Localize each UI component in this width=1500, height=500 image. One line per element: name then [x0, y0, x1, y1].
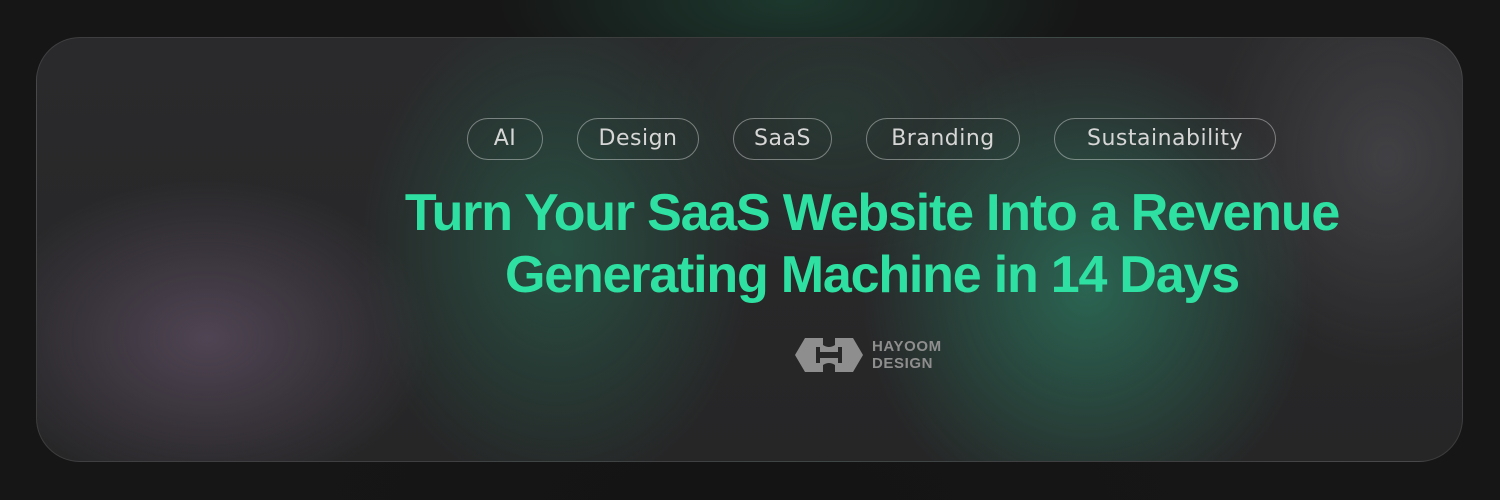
brand-name-line-1: HAYOOM	[872, 338, 942, 355]
tag-branding: Branding	[866, 118, 1020, 160]
headline-line-2: Generating Machine in 14 Days	[505, 246, 1240, 304]
tag-list: AI Design SaaS Branding Sustainability	[37, 118, 1462, 160]
brand-logo: HAYOOM DESIGN	[794, 333, 964, 377]
banner-page: AI Design SaaS Branding Sustainability T…	[0, 0, 1500, 500]
banner-card: AI Design SaaS Branding Sustainability T…	[36, 37, 1463, 462]
tag-design: Design	[577, 118, 699, 160]
tag-ai: AI	[467, 118, 543, 160]
tag-saas: SaaS	[733, 118, 832, 160]
brand-name-line-2: DESIGN	[872, 355, 934, 372]
headline-line-1: Turn Your SaaS Website Into a Revenue	[404, 184, 1340, 242]
hayoom-h-logo-icon	[795, 338, 863, 372]
brand-name: HAYOOM DESIGN	[872, 338, 942, 372]
headline: Turn Your SaaS Website Into a Revenue Ge…	[307, 182, 1437, 306]
tag-sustainability: Sustainability	[1054, 118, 1276, 160]
